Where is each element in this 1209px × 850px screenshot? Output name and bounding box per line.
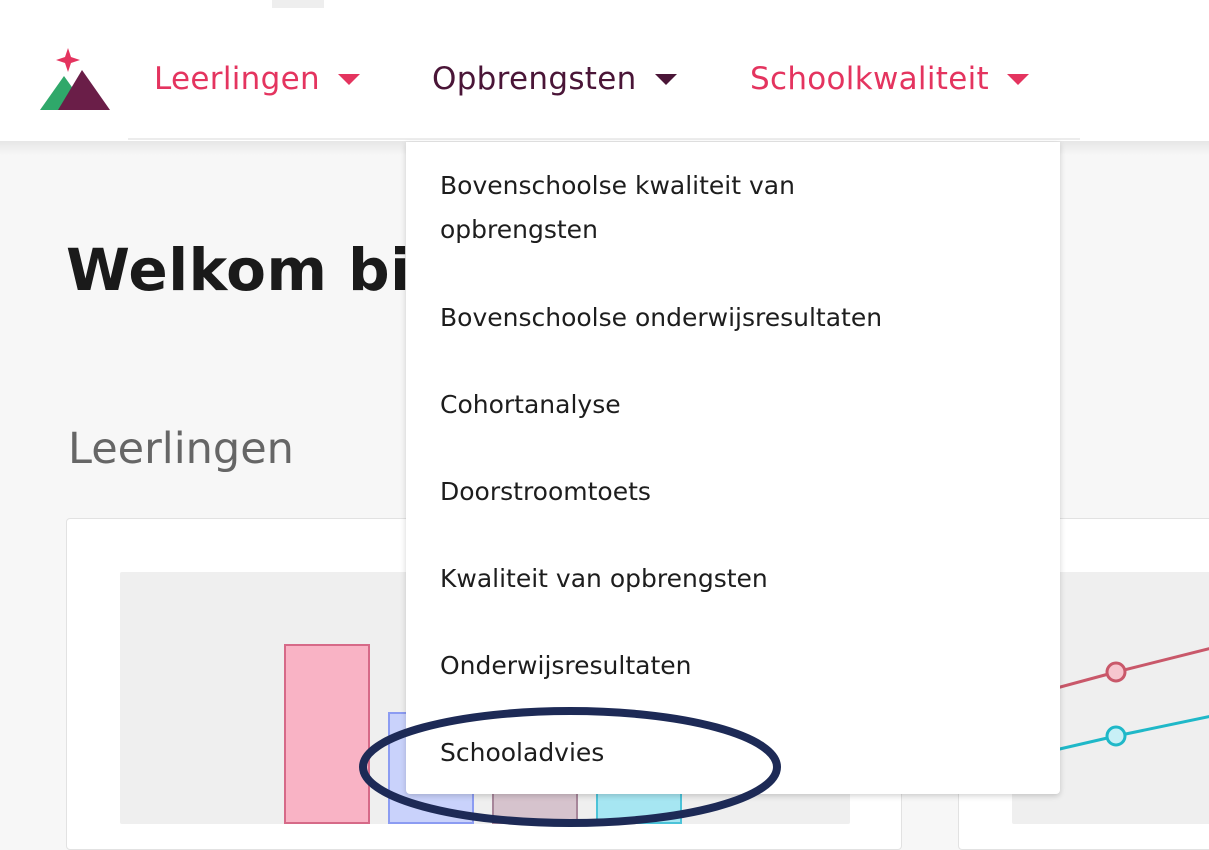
nav-divider xyxy=(128,138,1080,140)
chart-point-red xyxy=(1105,661,1127,683)
chart-bar-pink xyxy=(284,644,370,824)
menu-item-kwaliteit-van-opbrengsten[interactable]: Kwaliteit van opbrengsten xyxy=(440,557,1030,601)
nav-opbrengsten-menu[interactable]: Opbrengsten xyxy=(432,56,677,102)
nav-opbrengsten-label: Opbrengsten xyxy=(432,61,637,97)
top-navbar: Leerlingen Opbrengsten Schoolkwaliteit xyxy=(0,8,1209,141)
browser-tab-remnant xyxy=(272,0,324,8)
menu-item-doorstroomtoets[interactable]: Doorstroomtoets xyxy=(440,470,1030,514)
chevron-down-icon xyxy=(1006,73,1029,85)
menu-item-onderwijsresultaten[interactable]: Onderwijsresultaten xyxy=(440,644,1030,688)
chevron-down-icon xyxy=(654,73,677,85)
section-title-leerlingen: Leerlingen xyxy=(68,424,294,474)
page-title: Welkom bij xyxy=(66,236,431,304)
nav-schoolkwaliteit-menu[interactable]: Schoolkwaliteit xyxy=(750,56,1029,102)
menu-item-bovenschoolse-onderwijsresultaten[interactable]: Bovenschoolse onderwijsresultaten xyxy=(440,296,1030,340)
nav-schoolkwaliteit-label: Schoolkwaliteit xyxy=(750,61,989,97)
top-strip xyxy=(0,0,1209,8)
chart-point-teal xyxy=(1105,725,1127,747)
opbrengsten-dropdown-menu: Bovenschoolse kwaliteit van opbrengsten … xyxy=(406,142,1060,794)
mountain-logo-icon[interactable] xyxy=(38,46,114,116)
chevron-down-icon xyxy=(337,73,360,85)
nav-leerlingen-menu[interactable]: Leerlingen xyxy=(154,56,360,102)
nav-leerlingen-label: Leerlingen xyxy=(154,61,320,97)
menu-item-bovenschoolse-kwaliteit[interactable]: Bovenschoolse kwaliteit van opbrengsten xyxy=(440,164,880,252)
menu-item-schooladvies[interactable]: Schooladvies xyxy=(440,731,1030,775)
menu-item-cohortanalyse[interactable]: Cohortanalyse xyxy=(440,383,1030,427)
